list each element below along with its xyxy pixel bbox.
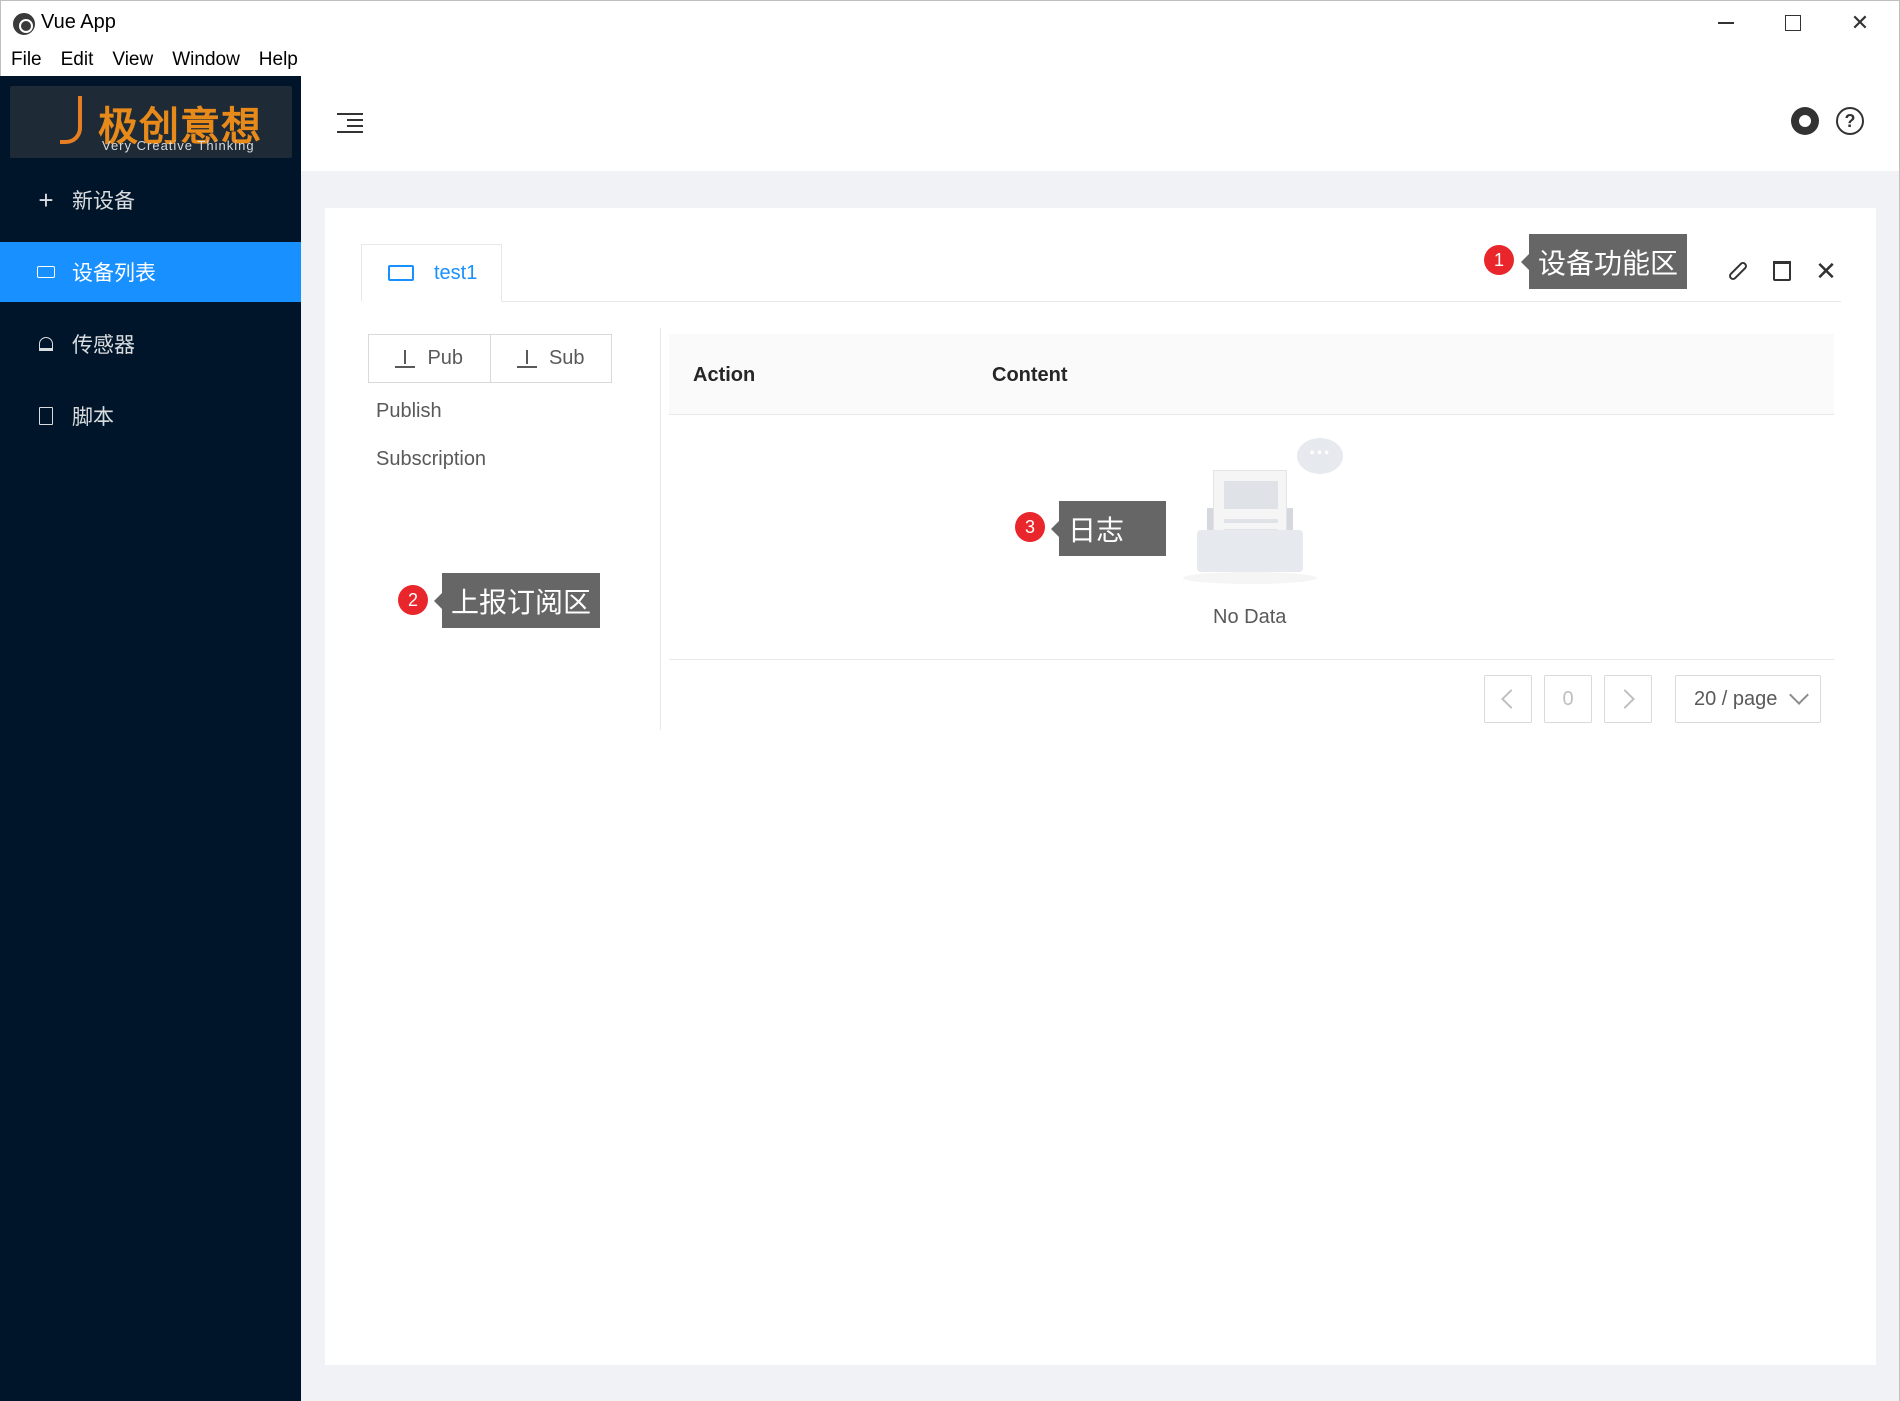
close-icon: ✕: [1850, 10, 1870, 35]
chevron-left-icon: [1501, 689, 1521, 709]
github-icon[interactable]: [1791, 107, 1819, 135]
alarm-icon: [39, 337, 53, 351]
plus-icon: +: [38, 185, 54, 215]
sidebar-item-script[interactable]: 脚本: [0, 386, 301, 446]
delete-icon[interactable]: [1768, 257, 1796, 285]
help-icon[interactable]: ?: [1836, 107, 1864, 135]
logo[interactable]: 极创意想 Very Creative Thinking: [10, 86, 292, 158]
publish-link[interactable]: Publish: [376, 400, 442, 423]
annotation-callout: 上报订阅区: [433, 573, 601, 628]
menu-help[interactable]: Help: [259, 49, 298, 71]
maximize-icon: [1785, 15, 1801, 31]
window-title: Vue App: [41, 11, 116, 33]
table-bottom-border: [669, 659, 1834, 660]
page-size-value: 20 / page: [1694, 687, 1778, 710]
tab-divider: [361, 301, 1841, 302]
annotation-callout: 设备功能区: [1520, 234, 1688, 289]
logo-tagline: Very Creative Thinking: [102, 138, 255, 153]
column-header-action: Action: [693, 364, 756, 386]
empty-inbox-icon: ···: [1183, 438, 1343, 588]
sidebar-item-label: 脚本: [72, 406, 114, 429]
sidebar-item-new-device[interactable]: + 新设备: [0, 170, 301, 230]
upload-icon: [395, 349, 416, 368]
sidebar-item-sensor[interactable]: 传感器: [0, 314, 301, 374]
menu-file[interactable]: File: [11, 49, 42, 71]
sidebar: 极创意想 Very Creative Thinking + 新设备 设备列表 传…: [0, 76, 301, 1401]
title-bar: Vue App ✕: [0, 0, 1900, 44]
sidebar-item-device-list[interactable]: 设备列表: [0, 242, 301, 302]
annotation-badge: 3: [1015, 512, 1045, 542]
app-icon: [13, 13, 35, 35]
menu-bar: File Edit View Window Help: [0, 44, 1900, 76]
link-icon[interactable]: [1724, 257, 1752, 285]
page-size-select[interactable]: 20 / page: [1675, 675, 1821, 723]
sidebar-item-label: 新设备: [72, 190, 135, 213]
column-header-content: Content: [992, 364, 1068, 386]
minimize-icon: [1718, 22, 1734, 24]
minimize-button[interactable]: [1693, 1, 1759, 45]
annotation-badge: 1: [1484, 245, 1514, 275]
prev-page-button[interactable]: [1484, 675, 1532, 723]
hook-logo-icon: [60, 96, 82, 144]
menu-fold-icon[interactable]: [337, 113, 363, 135]
device-icon: [37, 266, 55, 278]
device-icon: [388, 265, 414, 281]
annotation-callout: 日志: [1051, 501, 1166, 556]
sidebar-item-label: 设备列表: [72, 262, 156, 285]
tab-label: test1: [434, 261, 478, 284]
pubsub-button-group: Pub Sub: [368, 334, 612, 383]
close-tab-icon[interactable]: ✕: [1812, 256, 1840, 286]
file-icon: [39, 407, 53, 425]
menu-window[interactable]: Window: [172, 49, 240, 71]
sub-button[interactable]: Sub: [490, 334, 612, 383]
tab-test1[interactable]: test1: [361, 244, 502, 302]
subscription-link[interactable]: Subscription: [376, 448, 486, 471]
sidebar-item-label: 传感器: [72, 334, 135, 357]
chevron-right-icon: [1615, 689, 1635, 709]
maximize-button[interactable]: [1760, 1, 1826, 45]
download-icon: [516, 349, 537, 368]
pub-label: Pub: [427, 347, 464, 369]
section-divider: [660, 328, 661, 730]
chat-bubble-icon: ···: [1297, 438, 1343, 474]
annotation-badge: 2: [398, 585, 428, 615]
chevron-down-icon: [1789, 685, 1809, 705]
page-number[interactable]: 0: [1544, 675, 1592, 723]
empty-text: No Data: [1213, 606, 1287, 628]
header: ?: [301, 76, 1900, 171]
menu-view[interactable]: View: [112, 49, 153, 71]
close-window-button[interactable]: ✕: [1827, 1, 1893, 45]
pub-button[interactable]: Pub: [368, 334, 491, 383]
menu-edit[interactable]: Edit: [61, 49, 94, 71]
table-header: Action Content: [669, 334, 1834, 415]
next-page-button[interactable]: [1604, 675, 1652, 723]
sub-label: Sub: [548, 347, 585, 369]
